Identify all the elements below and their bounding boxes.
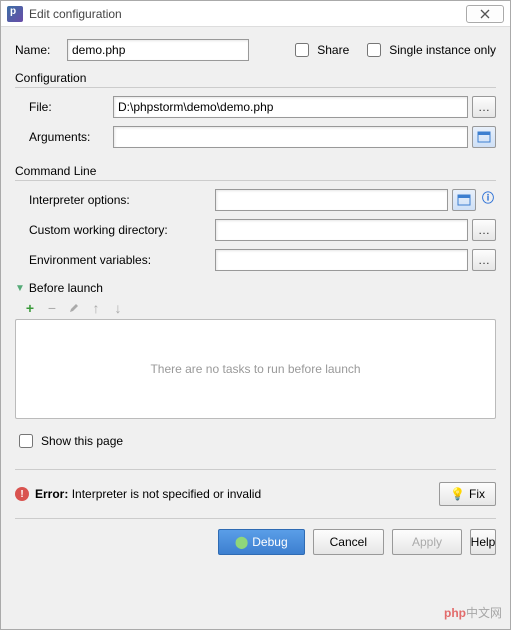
working-dir-browse-button[interactable]: …	[472, 219, 496, 241]
share-checkbox-box[interactable]	[295, 43, 309, 57]
chevron-down-icon: ▼	[15, 283, 25, 294]
show-this-page-box[interactable]	[19, 434, 33, 448]
bug-icon: ⬤	[235, 535, 248, 549]
close-icon	[479, 8, 491, 20]
watermark-suffix: 中文网	[466, 606, 502, 620]
file-row: File: …	[15, 96, 496, 118]
name-input[interactable]	[67, 39, 249, 61]
before-launch-disclosure[interactable]: ▼ Before launch	[15, 281, 496, 295]
titlebar: Edit configuration	[1, 1, 510, 27]
share-label: Share	[317, 43, 349, 57]
file-label: File:	[15, 100, 113, 114]
arguments-row: Arguments:	[15, 126, 496, 148]
debug-label: Debug	[252, 535, 287, 549]
apply-button[interactable]: Apply	[392, 529, 462, 555]
error-message: Interpreter is not specified or invalid	[72, 487, 261, 501]
cancel-button[interactable]: Cancel	[313, 529, 384, 555]
error-prefix: Error:	[35, 487, 68, 501]
remove-task-button[interactable]: −	[45, 301, 59, 315]
share-checkbox[interactable]: Share	[291, 40, 349, 60]
working-dir-label: Custom working directory:	[15, 223, 215, 237]
bulb-icon: 💡	[450, 487, 465, 501]
command-line-section-title: Command Line	[15, 164, 496, 181]
watermark-brand: php	[444, 606, 466, 620]
interpreter-options-input[interactable]	[215, 189, 448, 211]
debug-button[interactable]: ⬤ Debug	[218, 529, 305, 555]
watermark: php中文网	[444, 604, 502, 621]
expand-icon	[477, 131, 491, 143]
single-instance-label: Single instance only	[389, 43, 496, 57]
single-instance-box[interactable]	[367, 43, 381, 57]
error-icon: !	[15, 487, 29, 501]
ellipsis-icon: …	[478, 100, 490, 114]
name-label: Name:	[15, 43, 67, 57]
file-input[interactable]	[113, 96, 468, 118]
tasks-list: There are no tasks to run before launch	[15, 319, 496, 419]
ellipsis-icon: …	[478, 223, 490, 237]
interpreter-options-expand-button[interactable]	[452, 189, 476, 211]
show-this-page-checkbox[interactable]: Show this page	[15, 431, 123, 451]
fix-button[interactable]: 💡 Fix	[439, 482, 496, 506]
dialog-content: Name: Share Single instance only Configu…	[1, 27, 510, 563]
single-instance-checkbox[interactable]: Single instance only	[363, 40, 496, 60]
help-button[interactable]: Help	[470, 529, 496, 555]
interpreter-options-row: Interpreter options: ⓘ	[15, 189, 496, 211]
env-vars-label: Environment variables:	[15, 253, 215, 267]
error-text: Error: Interpreter is not specified or i…	[35, 487, 261, 501]
before-launch-toolbar: + − ↑ ↓	[15, 301, 496, 315]
file-browse-button[interactable]: …	[472, 96, 496, 118]
button-row: ⬤ Debug Cancel Apply Help	[15, 518, 496, 555]
arguments-label: Arguments:	[15, 130, 113, 144]
tasks-empty-text: There are no tasks to run before launch	[150, 362, 360, 376]
env-vars-input[interactable]	[215, 249, 468, 271]
fix-label: Fix	[469, 487, 485, 501]
configuration-section-title: Configuration	[15, 71, 496, 88]
show-this-page-label: Show this page	[41, 434, 123, 448]
edit-configuration-dialog: Edit configuration Name: Share Single in…	[0, 0, 511, 630]
window-title: Edit configuration	[29, 7, 466, 21]
expand-icon	[457, 194, 471, 206]
pencil-icon	[68, 302, 80, 314]
add-task-button[interactable]: +	[23, 301, 37, 315]
cancel-label: Cancel	[330, 535, 367, 549]
info-icon[interactable]: ⓘ	[480, 189, 496, 211]
help-label: Help	[471, 535, 496, 549]
error-row: ! Error: Interpreter is not specified or…	[15, 469, 496, 506]
name-row: Name: Share Single instance only	[15, 39, 496, 61]
interpreter-options-label: Interpreter options:	[15, 193, 215, 207]
move-down-button[interactable]: ↓	[111, 301, 125, 315]
ellipsis-icon: …	[478, 253, 490, 267]
before-launch-section: ▼ Before launch + − ↑ ↓ There are no tas…	[15, 281, 496, 451]
working-dir-input[interactable]	[215, 219, 468, 241]
apply-label: Apply	[412, 535, 442, 549]
move-up-button[interactable]: ↑	[89, 301, 103, 315]
edit-task-button[interactable]	[67, 301, 81, 315]
env-vars-row: Environment variables: …	[15, 249, 496, 271]
close-button[interactable]	[466, 5, 504, 23]
working-dir-row: Custom working directory: …	[15, 219, 496, 241]
app-icon	[7, 6, 23, 22]
arguments-input[interactable]	[113, 126, 468, 148]
env-vars-browse-button[interactable]: …	[472, 249, 496, 271]
before-launch-title: Before launch	[29, 281, 103, 295]
arguments-expand-button[interactable]	[472, 126, 496, 148]
